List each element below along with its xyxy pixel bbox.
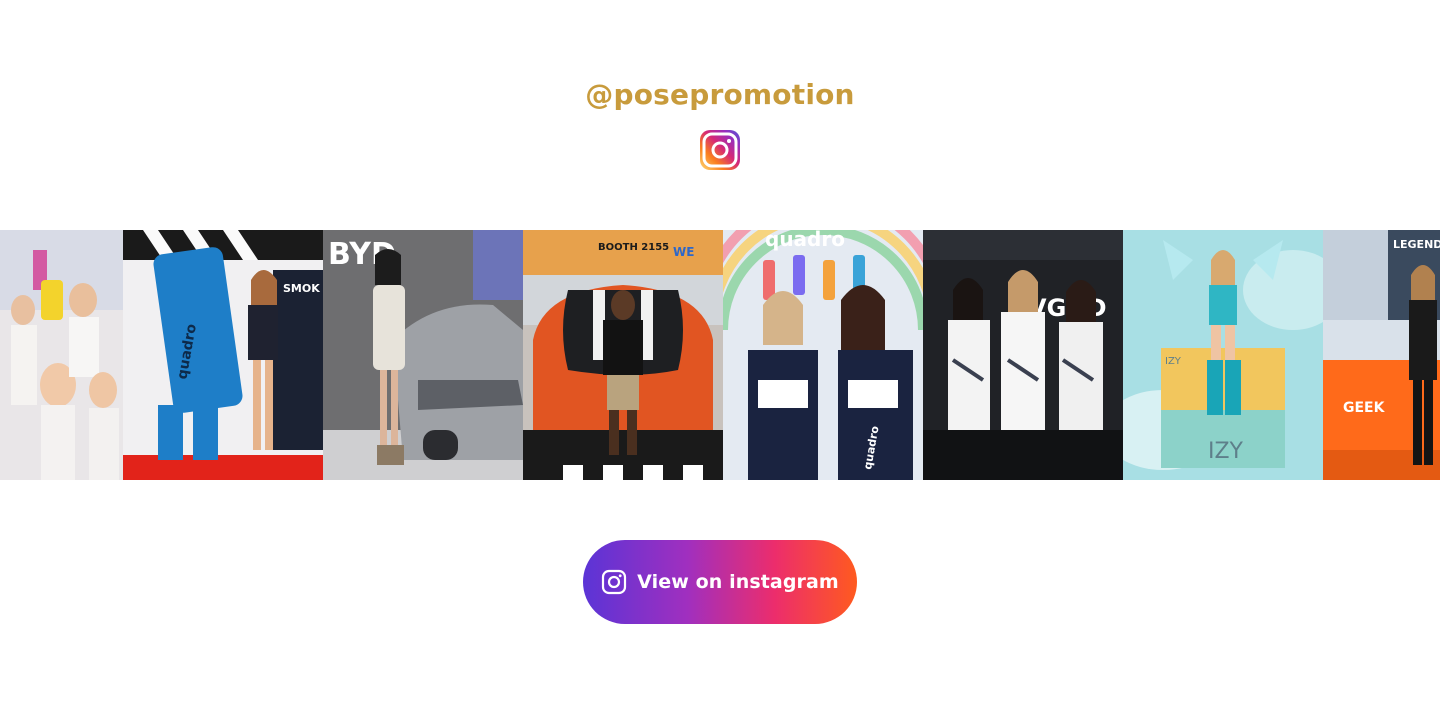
post-image: VGOD [923,230,1123,480]
post-image [0,230,123,480]
view-on-instagram-label: View on instagram [637,571,839,593]
svg-text:SMOK: SMOK [283,282,320,295]
feed-post[interactable]: VGOD [923,230,1123,480]
svg-text:BOOTH 2155: BOOTH 2155 [598,242,669,253]
svg-text:IZY: IZY [1165,356,1182,367]
svg-text:WE: WE [673,245,694,259]
svg-text:IZY: IZY [1208,439,1244,464]
post-image: quadro quadro [723,230,923,480]
post-image: SMOK quadro [123,230,323,480]
instagram-feed: SMOK quadro BYD BOOTH 2155 WE quadro qua… [0,230,1440,480]
feed-post[interactable]: LEGEND GEEK [1323,230,1440,480]
feed-post[interactable] [0,230,123,480]
feed-post[interactable]: BOOTH 2155 WE [523,230,723,480]
feed-post[interactable]: BYD [323,230,523,480]
feed-post[interactable]: SMOK quadro [123,230,323,480]
post-image: IZY IZY [1123,230,1323,480]
feed-post[interactable]: quadro quadro [723,230,923,480]
view-on-instagram-button[interactable]: View on instagram [583,540,857,624]
post-image: BOOTH 2155 WE [523,230,723,480]
instagram-handle-link[interactable]: @posepromotion [0,78,1440,111]
post-image: LEGEND GEEK [1323,230,1440,480]
svg-text:GEEK: GEEK [1343,400,1386,416]
post-image: BYD [323,230,523,480]
instagram-icon [602,569,627,595]
svg-text:quadro: quadro [765,230,845,251]
instagram-icon[interactable] [700,130,740,170]
svg-text:LEGEND: LEGEND [1393,238,1440,251]
feed-post[interactable]: IZY IZY [1123,230,1323,480]
